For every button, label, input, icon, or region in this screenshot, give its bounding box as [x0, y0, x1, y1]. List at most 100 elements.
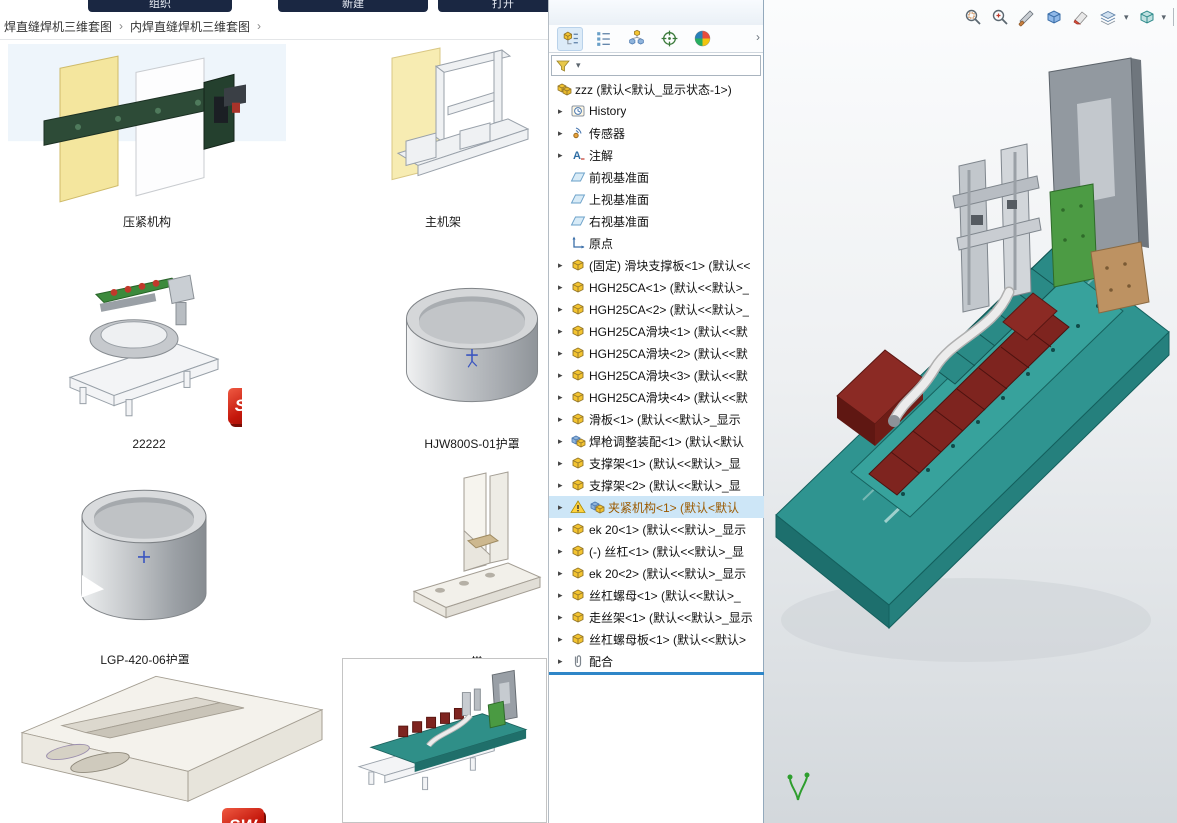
tree-item[interactable]: 前视基准面 [549, 166, 764, 188]
breadcrumb-separator-icon: › [257, 19, 261, 33]
expand-arrow-icon[interactable]: ▸ [558, 502, 570, 513]
file-thumbnail [392, 258, 548, 436]
tree-item-label: 滑板<1> (默认<<默认>_显示 [589, 411, 741, 428]
tree-item-label: 配合 [589, 653, 613, 670]
graphics-viewport[interactable]: ▾ ▾ [764, 0, 1177, 823]
tree-item[interactable]: ▸ek 20<1> (默认<<默认>_显示 [549, 518, 764, 540]
tree-item[interactable]: ▸传感器 [549, 122, 764, 144]
filter-caret-icon[interactable]: ▾ [576, 60, 581, 71]
tree-item[interactable]: ▸HGH25CA滑块<2> (默认<<默 [549, 342, 764, 364]
tree-item[interactable]: ▸ 走丝架<1> (默认<<默认>_显示 [549, 606, 764, 628]
toolbar-button[interactable]: 打开 [438, 0, 548, 12]
tree-item-label: 丝杠螺母<1> (默认<<默认>_ [589, 587, 741, 604]
tree-item[interactable]: ▸ HGH25CA<1> (默认<<默认>_ [549, 276, 764, 298]
tree-item[interactable]: ▸ 滑板<1> (默认<<默认>_显示 [549, 408, 764, 430]
expand-arrow-icon[interactable]: ▸ [558, 304, 570, 315]
tree-item[interactable]: ▸ 配合 [549, 650, 764, 672]
tree-item-label: 原点 [589, 235, 613, 252]
part-icon [570, 521, 586, 537]
plane-icon [570, 191, 586, 207]
dropdown-caret-icon[interactable]: ▾ [1161, 12, 1166, 23]
sensor-icon [570, 125, 586, 141]
tree-item[interactable]: ▸支撑架<1> (默认<<默认>_显 [549, 452, 764, 474]
filter-box[interactable]: ▾ [551, 55, 761, 76]
part-icon [570, 565, 586, 581]
tree-item[interactable]: ▸HGH25CA滑块<4> (默认<<默 [549, 386, 764, 408]
expand-arrow-icon[interactable]: ▸ [558, 348, 570, 359]
view-orientation-icon[interactable] [1136, 6, 1158, 28]
panel-splitter[interactable] [549, 672, 764, 675]
expand-arrow-icon[interactable]: ▸ [558, 458, 570, 469]
tree-item-label: 走丝架<1> (默认<<默认>_显示 [589, 609, 753, 626]
expand-arrow-icon[interactable]: ▸ [558, 656, 570, 667]
configurationmanager-tab[interactable] [623, 27, 649, 51]
expand-panel-arrow[interactable]: › [756, 30, 760, 44]
propertymanager-tab[interactable] [590, 27, 616, 51]
expand-arrow-icon[interactable]: ▸ [558, 546, 570, 557]
expand-arrow-icon[interactable]: ▸ [558, 326, 570, 337]
expand-arrow-icon[interactable]: ▸ [558, 524, 570, 535]
tree-item[interactable]: ▸夹紧机构<1> (默认<默认 [549, 496, 764, 518]
zoom-to-fit-icon[interactable] [962, 6, 984, 28]
tree-item[interactable]: ▸支撑架<2> (默认<<默认>_显 [549, 474, 764, 496]
expand-arrow-icon[interactable]: ▸ [558, 480, 570, 491]
expand-arrow-icon[interactable]: ▸ [558, 106, 570, 117]
expand-arrow-icon[interactable]: ▸ [558, 414, 570, 425]
file-item[interactable]: SW [4, 664, 338, 823]
apply-scene-icon[interactable] [1097, 6, 1119, 28]
expand-arrow-icon[interactable]: ▸ [558, 392, 570, 403]
toolbar-button[interactable]: 新建 [278, 0, 428, 12]
file-item[interactable]: ttt [406, 470, 548, 672]
tree-item[interactable]: 右视基准面 [549, 210, 764, 232]
featuremanager-tab[interactable] [557, 27, 583, 51]
dropdown-caret-icon[interactable]: ▾ [1124, 12, 1129, 23]
dimxpertmanager-tab[interactable] [656, 27, 682, 51]
plane-icon [570, 169, 586, 185]
expand-arrow-icon[interactable]: ▸ [558, 282, 570, 293]
expand-arrow-icon[interactable]: ▸ [558, 128, 570, 139]
expand-arrow-icon[interactable]: ▸ [558, 568, 570, 579]
toolbar-button[interactable]: 组织 [88, 0, 232, 12]
breadcrumb-item[interactable]: 焊直缝焊机三维套图 [4, 18, 112, 35]
zoom-to-area-icon[interactable] [989, 6, 1011, 28]
expand-arrow-icon[interactable]: ▸ [558, 634, 570, 645]
file-item[interactable] [342, 658, 547, 823]
expand-arrow-icon[interactable]: ▸ [558, 260, 570, 271]
tree-item[interactable]: ▸HGH25CA<2> (默认<<默认>_ [549, 298, 764, 320]
breadcrumb-item[interactable]: 内焊直缝焊机三维套图 [130, 18, 250, 35]
file-explorer-panel: 组织新建打开 焊直缝焊机三维套图›内焊直缝焊机三维套图› 压紧机构主机架2222… [0, 0, 548, 823]
display-style-icon[interactable] [1043, 6, 1065, 28]
tree-item[interactable]: ▸ 丝杠螺母<1> (默认<<默认>_ [549, 584, 764, 606]
edit-appearance-icon[interactable] [1070, 6, 1092, 28]
tree-item[interactable]: ▸ek 20<2> (默认<<默认>_显示 [549, 562, 764, 584]
tree-item[interactable]: ▸(-) 丝杠<1> (默认<<默认>_显 [549, 540, 764, 562]
tree-item[interactable]: ▸HGH25CA滑块<1> (默认<<默 [549, 320, 764, 342]
part-icon [570, 631, 586, 647]
tree-item-label: HGH25CA<1> (默认<<默认>_ [589, 279, 749, 296]
file-item[interactable]: 主机架 [340, 44, 546, 234]
expand-arrow-icon[interactable]: ▸ [558, 436, 570, 447]
annotation-icon: A [570, 147, 586, 163]
expand-arrow-icon[interactable]: ▸ [558, 612, 570, 623]
tree-item[interactable]: 原点 [549, 232, 764, 254]
tree-item[interactable]: 上视基准面 [549, 188, 764, 210]
tree-item[interactable]: ▸焊枪调整装配<1> (默认<默认 [549, 430, 764, 452]
expand-arrow-icon[interactable]: ▸ [558, 150, 570, 161]
tree-item[interactable]: ▸History [549, 100, 764, 122]
tree-item[interactable]: ▸A注解 [549, 144, 764, 166]
tree-item[interactable]: ▸HGH25CA滑块<3> (默认<<默 [549, 364, 764, 386]
file-item[interactable]: 22222SW [56, 258, 242, 456]
part-icon [570, 477, 586, 493]
file-item[interactable]: HJW800S-01护罩 [392, 258, 548, 456]
tree-root-row[interactable]: zzz (默认<默认_显示状态-1>) [549, 78, 764, 100]
expand-arrow-icon[interactable]: ▸ [558, 370, 570, 381]
file-item[interactable]: LGP-420-06护罩SW [70, 470, 220, 672]
tree-item[interactable]: ▸(固定) 滑块支撑板<1> (默认<< [549, 254, 764, 276]
part-icon [570, 587, 586, 603]
section-view-icon[interactable] [1016, 6, 1038, 28]
expand-arrow-icon[interactable]: ▸ [558, 590, 570, 601]
file-item[interactable]: 压紧机构 [8, 44, 286, 234]
assembly-3d-model[interactable] [764, 0, 1177, 823]
displaymanager-tab[interactable] [689, 27, 715, 51]
tree-item[interactable]: ▸丝杠螺母板<1> (默认<<默认> [549, 628, 764, 650]
